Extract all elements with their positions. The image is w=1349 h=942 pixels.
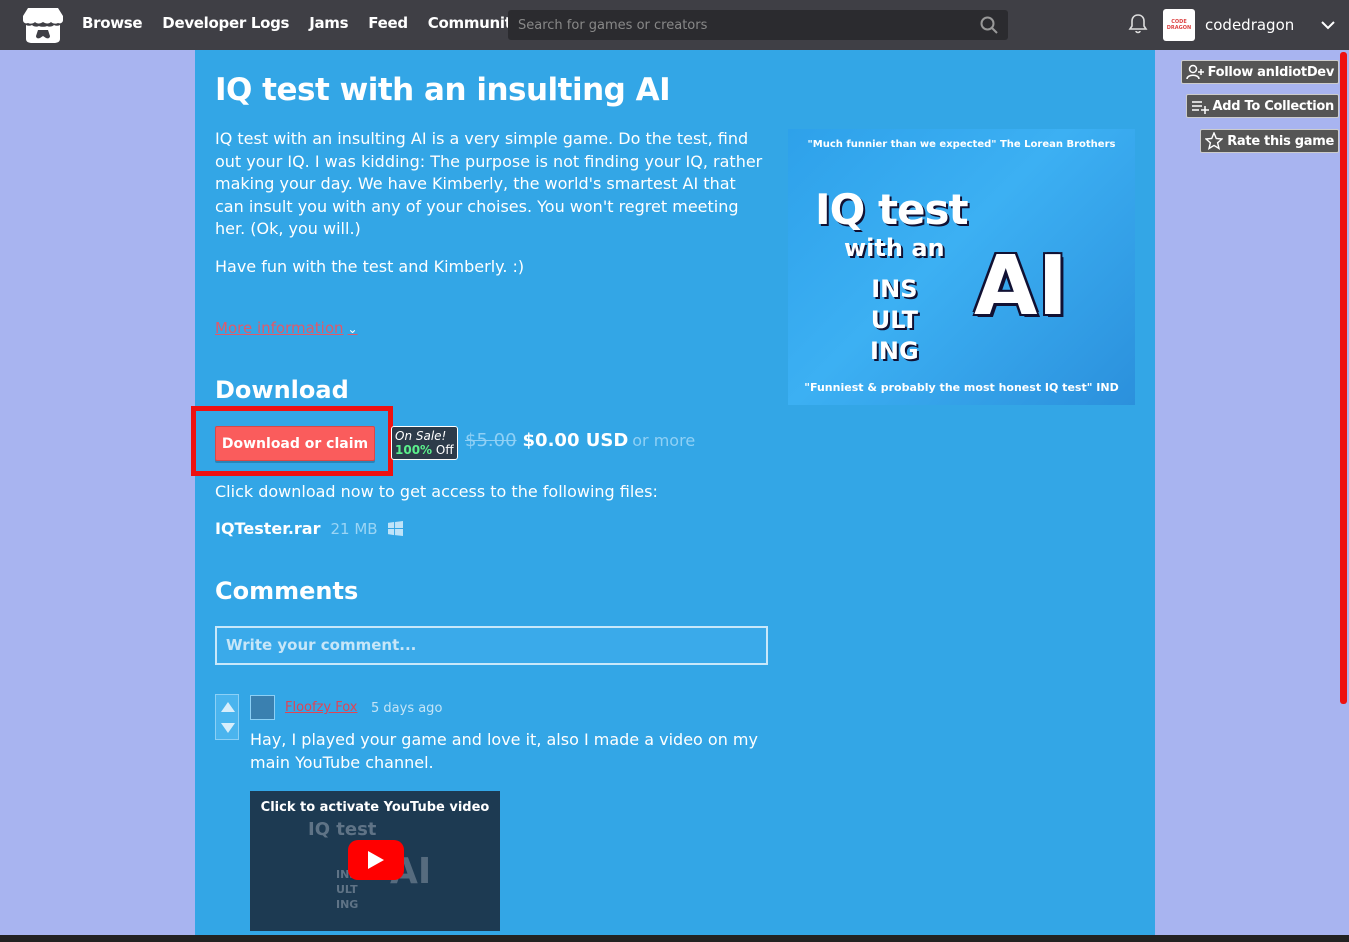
comment-date: 5 days ago [371, 701, 443, 716]
comment-author[interactable]: Floofzy Fox [285, 700, 357, 715]
cover-image[interactable]: "Much funnier than we expected" The Lore… [788, 129, 1135, 405]
comment-body: Hay, I played your game and love it, als… [250, 730, 758, 772]
search-bar [508, 10, 1008, 40]
comment-input[interactable]: Write your comment... [215, 626, 768, 665]
youtube-video-embed[interactable]: IQ test AI INS ULT ING Click to activate Y… [250, 791, 500, 931]
cover-quote-top: "Much funnier than we expected" The Lore… [807, 139, 1116, 150]
cover-ai-text: AI [974, 239, 1068, 334]
game-description: IQ test with an insulting AI is a very s… [215, 128, 767, 293]
or-more-label: or more [632, 431, 696, 450]
download-heading: Download [215, 376, 349, 404]
cover-line-1: IQ test [815, 185, 969, 234]
sale-percent: 100% [395, 443, 433, 457]
cover-ult: ULT [870, 306, 918, 334]
downvote-icon[interactable] [220, 721, 236, 735]
vote-controls [215, 694, 239, 740]
follow-label: Follow anIdiotDev [1207, 64, 1335, 80]
rate-game-button[interactable]: Rate this game [1200, 129, 1339, 153]
top-header: Browse Developer Logs Jams Feed Communit… [0, 0, 1349, 50]
nav-developer-logs[interactable]: Developer Logs [162, 14, 289, 32]
file-size: 21 MB [330, 519, 378, 538]
chevron-down-icon [1321, 21, 1335, 30]
rate-label: Rate this game [1227, 133, 1334, 149]
more-information-label: More information [215, 319, 344, 337]
play-icon [368, 851, 384, 869]
search-input[interactable] [508, 10, 968, 40]
game-title: IQ test with an insulting AI [215, 72, 671, 108]
nav-browse[interactable]: Browse [82, 14, 143, 32]
notifications-bell-icon[interactable] [1128, 13, 1148, 35]
sale-off: Off [435, 443, 454, 457]
price: $5.00 $0.00 USD or more [465, 430, 695, 451]
add-user-icon [1185, 64, 1204, 80]
chevron-down-icon: ⌄ [347, 322, 358, 336]
itchio-logo-icon[interactable] [22, 6, 64, 44]
sale-label: On Sale! [395, 429, 447, 443]
search-icon[interactable] [980, 16, 998, 34]
nav-jams[interactable]: Jams [309, 14, 348, 32]
collection-label: Add To Collection [1212, 98, 1335, 114]
download-info: Click download now to get access to the … [215, 482, 658, 501]
nav-feed[interactable]: Feed [368, 14, 408, 32]
sale-badge: On Sale! 100% Off [391, 426, 458, 460]
avatar: CODE DRAGON [1163, 9, 1195, 41]
description-paragraph: IQ test with an insulting AI is a very s… [215, 129, 763, 238]
commenter-avatar[interactable] [250, 695, 275, 720]
cover-insulting-text: INS ULT ING [870, 274, 919, 367]
file-name: IQTester.rar [215, 519, 321, 538]
main-nav: Browse Developer Logs Jams Feed Communit… [82, 14, 521, 32]
video-thumbnail-decoration: IQ test [308, 819, 377, 840]
sale-price: $0.00 USD [522, 430, 629, 451]
upvote-icon[interactable] [220, 700, 236, 714]
star-icon [1205, 132, 1224, 150]
add-to-list-icon [1191, 101, 1209, 114]
cover-ing: ING [870, 337, 919, 365]
file-row: IQTester.rar 21 MB [215, 519, 403, 538]
follow-button[interactable]: Follow anIdiotDev [1180, 60, 1339, 84]
add-to-collection-button[interactable]: Add To Collection [1185, 94, 1339, 118]
description-paragraph: Have fun with the test and Kimberly. :) [215, 256, 525, 276]
play-button[interactable] [348, 840, 404, 880]
comments-heading: Comments [215, 577, 359, 605]
scrollbar-thumb[interactable] [1340, 52, 1347, 704]
windows-icon [387, 521, 403, 536]
download-or-claim-button[interactable]: Download or claim [215, 426, 375, 461]
game-page: IQ test with an insulting AI IQ test wit… [191, 50, 1155, 942]
bottom-edge [0, 935, 1349, 942]
cover-line-2: with an [844, 234, 945, 262]
video-activate-label: Click to activate YouTube video [260, 800, 490, 815]
username: codedragon [1205, 16, 1295, 34]
user-menu[interactable]: CODE DRAGON codedragon [1163, 9, 1336, 41]
more-information-link[interactable]: More information ⌄ [215, 319, 358, 337]
cover-ins: INS [871, 275, 918, 303]
cover-quote-bottom: "Funniest & probably the most honest IQ … [804, 381, 1119, 394]
original-price: $5.00 [465, 430, 517, 451]
